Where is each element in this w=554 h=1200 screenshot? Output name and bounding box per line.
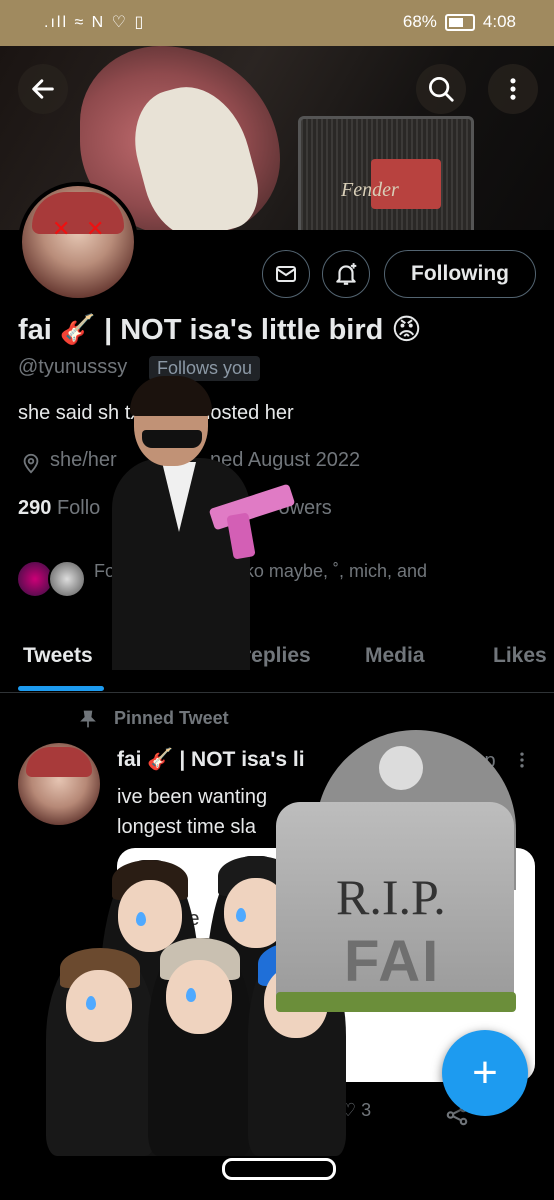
face bbox=[118, 880, 182, 952]
avatar-hair bbox=[32, 192, 124, 234]
more-vertical-icon bbox=[510, 78, 516, 100]
sweat-drop-icon bbox=[86, 996, 96, 1010]
like-count: 3 bbox=[361, 1100, 372, 1120]
bell-plus-icon bbox=[336, 263, 357, 285]
tab-tweets[interactable]: Tweets bbox=[23, 644, 93, 668]
clock: 4:08 bbox=[482, 12, 516, 31]
x-eye-icon: ✕ bbox=[86, 216, 105, 241]
x-eye-icon: ✕ bbox=[52, 216, 71, 241]
pink-gun-sticker bbox=[208, 483, 296, 560]
compose-tweet-button[interactable]: + bbox=[442, 1030, 528, 1116]
group-member bbox=[148, 938, 252, 1156]
status-bar: .ıll ≈ N ♡ ▯ 68% 4:08 bbox=[0, 0, 554, 46]
search-button[interactable] bbox=[416, 64, 466, 114]
profile-tabs: Tweets & replies Media Likes bbox=[0, 630, 554, 693]
tab-likes[interactable]: Likes bbox=[493, 644, 547, 668]
gesture-home-bar[interactable] bbox=[222, 1158, 336, 1180]
skull-icon bbox=[379, 746, 423, 790]
avatar-hair bbox=[26, 747, 92, 777]
following-label: Follo bbox=[56, 497, 101, 519]
profile-name: fai 🎸 | NOT isa's little bird 😡 bbox=[18, 314, 422, 346]
tombstone-grass bbox=[276, 992, 516, 1012]
sunglasses bbox=[142, 430, 202, 448]
followed-by-avatar bbox=[48, 560, 86, 598]
status-right: 68% 4:08 bbox=[403, 12, 516, 32]
sweat-drop-icon bbox=[186, 988, 196, 1002]
sweat-drop-icon bbox=[236, 908, 246, 922]
sweat-drop-icon bbox=[136, 912, 146, 926]
face bbox=[166, 960, 232, 1034]
battery-percent: 68% bbox=[402, 12, 437, 31]
following-count-link[interactable]: 290 Follo bbox=[18, 497, 100, 520]
status-icons: .ıll ≈ N ♡ ▯ bbox=[44, 14, 146, 31]
tweet-text: ive been wanting longest time sla bbox=[117, 782, 267, 842]
active-tab-indicator bbox=[18, 686, 104, 691]
pin-icon bbox=[80, 710, 96, 727]
following-count: 290 bbox=[18, 497, 52, 519]
mail-icon bbox=[276, 266, 296, 282]
pinned-label: Pinned Tweet bbox=[114, 708, 229, 728]
profile-pronouns: she/her bbox=[50, 449, 117, 471]
tweet-text-line: ive been wanting bbox=[117, 786, 268, 808]
tweet-author-avatar[interactable] bbox=[18, 743, 100, 825]
search-icon bbox=[429, 77, 454, 102]
amp-logo: Fender bbox=[341, 179, 399, 201]
message-button[interactable] bbox=[262, 250, 310, 298]
tombstone-name-text: FAI bbox=[344, 929, 441, 994]
profile-handle: @tyunusssy bbox=[18, 356, 128, 378]
face bbox=[66, 970, 132, 1042]
battery-icon bbox=[444, 13, 475, 31]
gun-barrel bbox=[208, 483, 296, 531]
group-member bbox=[46, 948, 156, 1156]
plus-icon: + bbox=[472, 1048, 498, 1097]
back-button[interactable] bbox=[18, 64, 68, 114]
location-pin-icon bbox=[23, 453, 39, 474]
tweet-text-line: longest time sla bbox=[117, 816, 256, 838]
following-button[interactable]: Following bbox=[384, 250, 536, 298]
notifications-button[interactable] bbox=[322, 250, 370, 298]
arrow-left-icon bbox=[32, 79, 54, 99]
tombstone-rip-text: R.I.P. bbox=[336, 869, 446, 925]
tombstone-sticker: R.I.P. FAI bbox=[276, 730, 516, 1012]
tab-media[interactable]: Media bbox=[365, 644, 425, 668]
gun-grip bbox=[226, 512, 256, 560]
profile-avatar[interactable]: ✕ ✕ bbox=[18, 182, 138, 302]
pinned-tweet-label: Pinned Tweet bbox=[78, 708, 229, 729]
hair bbox=[130, 376, 212, 416]
amp-image: Fender bbox=[298, 116, 474, 230]
more-button[interactable] bbox=[488, 64, 538, 114]
